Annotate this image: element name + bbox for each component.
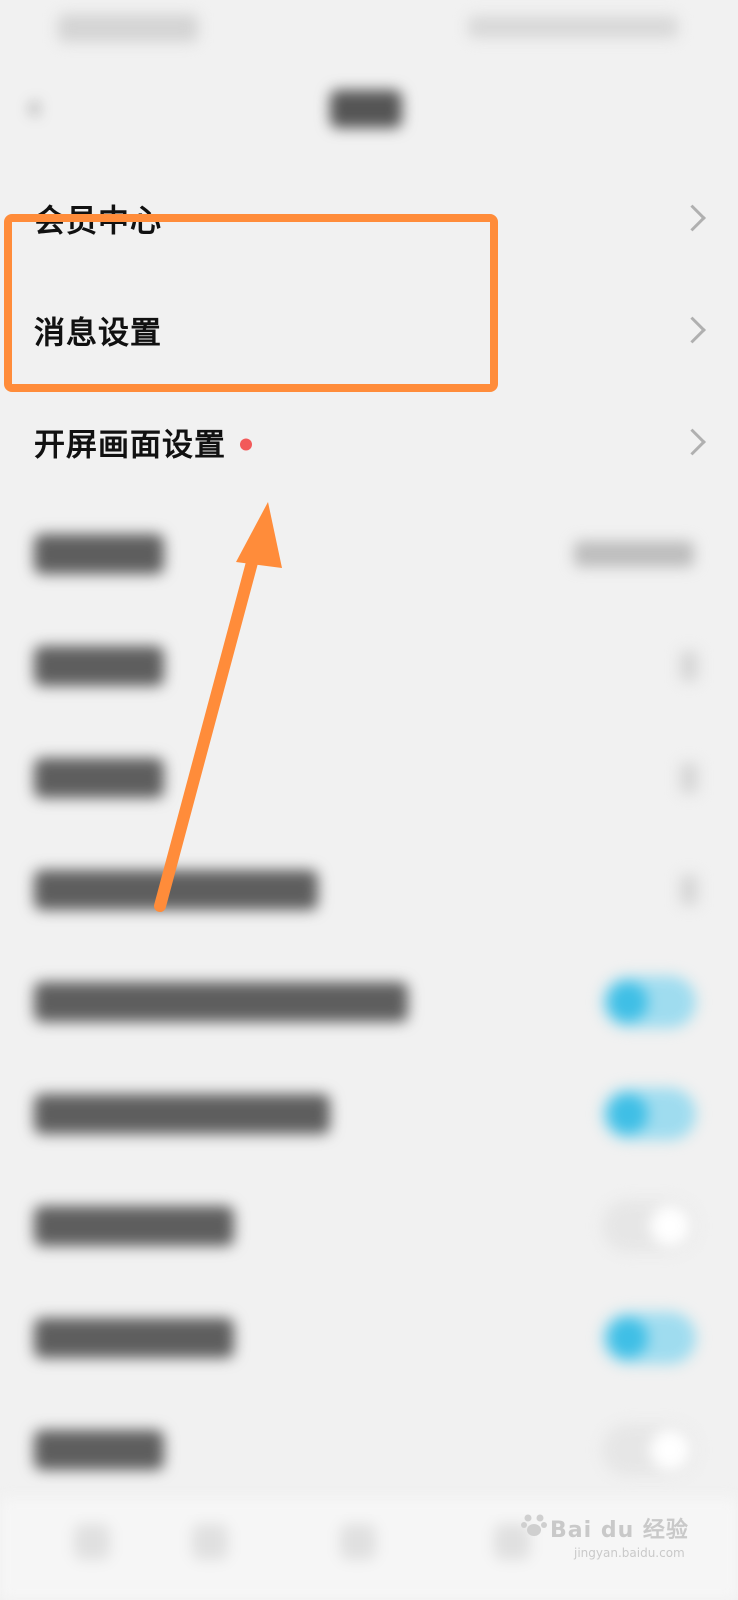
blurred-label — [34, 1094, 330, 1134]
status-bar-left — [58, 14, 198, 42]
settings-item-label-wrap: 开屏画面设置 — [34, 420, 252, 465]
toggle-switch[interactable] — [602, 1424, 696, 1476]
toggle-knob — [608, 1318, 648, 1358]
settings-item-label: 会员中心 — [34, 203, 162, 240]
chevron-right-icon — [679, 428, 706, 456]
nav-home-icon[interactable] — [74, 1524, 110, 1560]
blurred-label — [34, 1206, 234, 1246]
toggle-knob — [650, 1430, 690, 1470]
nav-message-icon[interactable] — [340, 1524, 376, 1560]
blurred-label — [34, 1318, 234, 1358]
toggle-switch[interactable] — [602, 1200, 696, 1252]
page-title — [330, 90, 402, 128]
settings-item-blurred[interactable] — [0, 946, 738, 1058]
settings-item-message-settings[interactable]: 消息设置 — [0, 274, 738, 386]
settings-item-blurred[interactable] — [0, 722, 738, 834]
blurred-label — [34, 1430, 164, 1470]
chevron-right-icon — [680, 875, 698, 905]
settings-item-label: 开屏画面设置 — [34, 427, 226, 464]
settings-item-blurred[interactable] — [0, 610, 738, 722]
blurred-label — [34, 982, 408, 1022]
blurred-value — [574, 541, 694, 567]
bottom-nav-bar — [0, 1498, 738, 1600]
toggle-switch[interactable] — [602, 1088, 696, 1140]
status-bar-right — [468, 16, 678, 38]
nav-bar: ‹ — [0, 70, 738, 150]
settings-item-blurred[interactable] — [0, 834, 738, 946]
blurred-label — [34, 758, 164, 798]
blurred-label — [34, 646, 164, 686]
settings-item-blurred[interactable] — [0, 498, 738, 610]
settings-item-blurred[interactable] — [0, 1058, 738, 1170]
chevron-right-icon — [680, 651, 698, 681]
nav-profile-icon[interactable] — [494, 1524, 530, 1560]
back-arrow-icon[interactable]: ‹ — [28, 91, 58, 123]
toggle-knob — [608, 982, 648, 1022]
settings-item-splash-screen[interactable]: 开屏画面设置 — [0, 386, 738, 498]
red-dot-badge — [240, 438, 252, 450]
settings-item-blurred[interactable] — [0, 1282, 738, 1394]
blurred-label — [34, 534, 164, 574]
nav-explore-icon[interactable] — [192, 1524, 228, 1560]
toggle-knob — [608, 1094, 648, 1134]
settings-item-blurred[interactable] — [0, 1170, 738, 1282]
chevron-right-icon — [679, 204, 706, 232]
toggle-knob — [650, 1206, 690, 1246]
toggle-switch[interactable] — [602, 1312, 696, 1364]
chevron-right-icon — [679, 316, 706, 344]
settings-item-label: 消息设置 — [34, 315, 162, 352]
settings-item-member-center[interactable]: 会员中心 — [0, 162, 738, 274]
toggle-switch[interactable] — [602, 976, 696, 1028]
status-bar — [0, 0, 738, 60]
blurred-label — [34, 870, 318, 910]
settings-item-blurred[interactable] — [0, 1394, 738, 1506]
chevron-right-icon — [680, 763, 698, 793]
